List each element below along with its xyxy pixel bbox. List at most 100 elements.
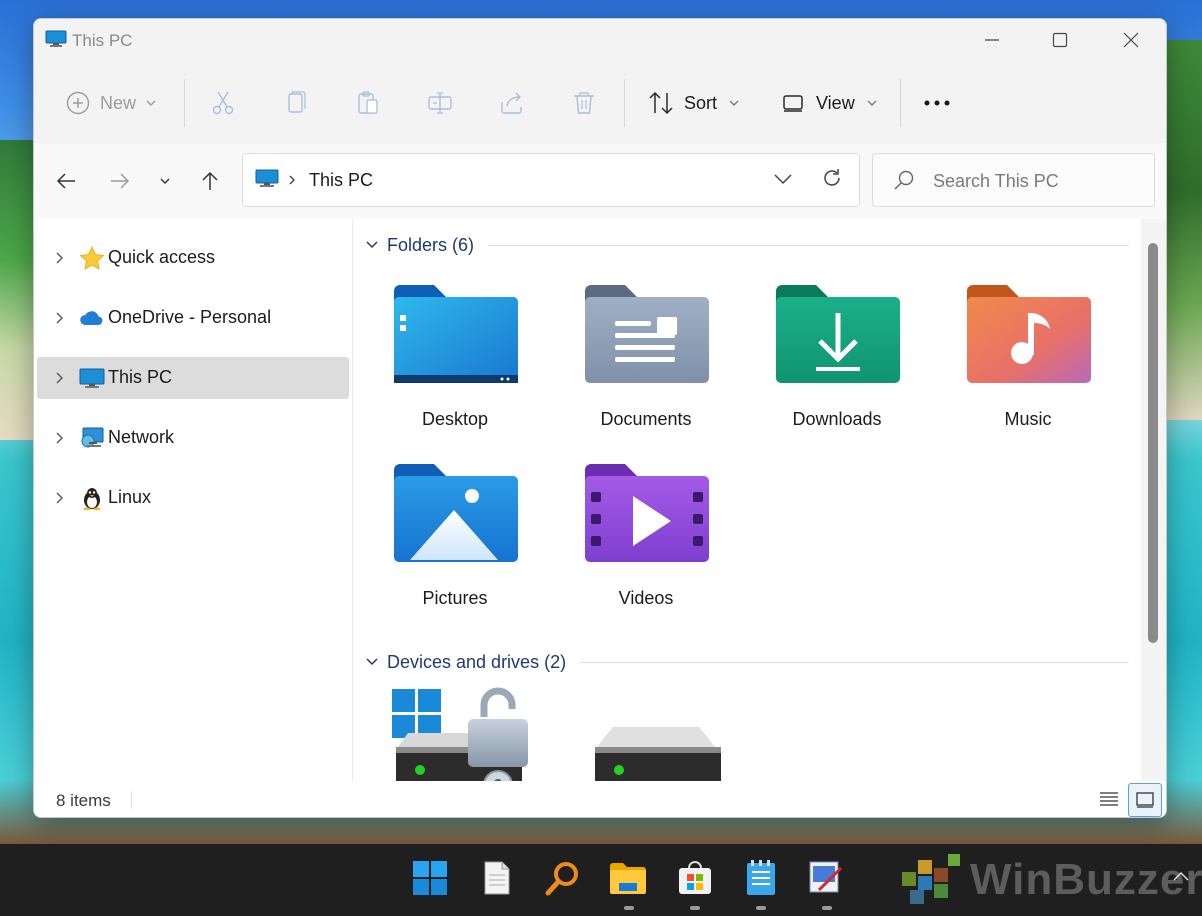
folder-label: Music <box>1004 409 1052 429</box>
address-text: This PC <box>309 170 374 190</box>
windows-drive-unlocked-icon <box>392 687 528 781</box>
star-icon <box>79 246 105 270</box>
sidebar-item-quick-access[interactable]: Quick access <box>37 237 349 279</box>
chevron-right-icon[interactable] <box>54 310 64 326</box>
new-button[interactable]: New <box>66 85 158 121</box>
sidebar-item-label: Quick access <box>108 247 216 267</box>
address-dropdown-icon[interactable] <box>773 171 793 187</box>
large-icons-view-button[interactable] <box>1128 783 1162 817</box>
search-app-icon <box>545 862 578 896</box>
running-indicator <box>624 906 634 910</box>
chevron-down-icon <box>366 658 378 666</box>
pictures-folder-icon <box>394 464 518 562</box>
status-separator <box>131 791 132 809</box>
rename-button[interactable] <box>427 85 453 121</box>
view-button[interactable]: View <box>782 85 879 121</box>
rename-icon <box>428 92 452 114</box>
cut-button[interactable] <box>210 85 236 121</box>
chevron-right-icon[interactable] <box>54 430 64 446</box>
drives-group-header[interactable]: Devices and drives (2) <box>365 650 1129 674</box>
maximize-button[interactable] <box>1037 25 1083 55</box>
wallpaper-palm-right <box>1164 40 1202 420</box>
window-title: This PC <box>72 31 133 50</box>
start-icon <box>413 861 447 895</box>
folder-tile-downloads[interactable]: Downloads <box>762 283 912 453</box>
cloud-icon <box>80 311 103 325</box>
back-button[interactable] <box>52 167 80 195</box>
group-divider <box>488 244 1129 246</box>
drive-tile-local[interactable] <box>571 685 721 781</box>
this-pc-icon <box>255 169 279 187</box>
taskbar-notes[interactable] <box>741 858 781 898</box>
up-button[interactable] <box>196 167 224 195</box>
sidebar-item-label: Network <box>108 427 175 447</box>
share-button[interactable] <box>499 85 525 121</box>
folders-group-header[interactable]: Folders (6) <box>365 233 1129 257</box>
this-pc-icon <box>45 30 67 47</box>
minimize-icon <box>985 39 999 41</box>
downloads-folder-icon <box>776 285 900 383</box>
paste-button[interactable] <box>355 85 381 121</box>
scissors-icon <box>212 91 234 115</box>
navigation-bar: This PC <box>34 143 1166 219</box>
sidebar-item-label: This PC <box>108 367 173 387</box>
start-button[interactable] <box>410 858 450 898</box>
delete-button[interactable] <box>571 85 597 121</box>
taskbar-notepad[interactable] <box>477 858 517 898</box>
sidebar-item-linux[interactable]: Linux <box>37 477 349 519</box>
taskbar-file-explorer[interactable] <box>608 858 648 898</box>
folder-tile-documents[interactable]: Documents <box>571 283 721 453</box>
view-label: View <box>816 92 855 113</box>
sidebar-item-network[interactable]: Network <box>37 417 349 459</box>
command-bar: New Sort View <box>34 63 1166 144</box>
store-icon <box>679 861 711 894</box>
taskbar-store[interactable] <box>675 858 715 898</box>
folders-group-label: Folders (6) <box>387 234 475 255</box>
sidebar-item-onedrive[interactable]: OneDrive - Personal <box>37 297 349 339</box>
folder-tile-desktop[interactable]: Desktop <box>380 283 530 453</box>
watermark-text: WinBuzzer <box>970 855 1202 904</box>
folder-label: Videos <box>618 588 674 608</box>
close-button[interactable] <box>1108 25 1154 55</box>
folder-tile-videos[interactable]: Videos <box>571 462 721 632</box>
details-view-button[interactable] <box>1093 783 1125 815</box>
desktop-folder-icon <box>394 285 518 383</box>
address-bar[interactable]: This PC <box>242 153 860 207</box>
taskbar-search-app[interactable] <box>543 858 583 898</box>
chevron-right-icon[interactable] <box>54 490 64 506</box>
chevron-up-icon[interactable] <box>1172 870 1190 882</box>
folder-tile-pictures[interactable]: Pictures <box>380 462 530 632</box>
scrollbar-thumb[interactable] <box>1148 243 1158 643</box>
taskbar-paint[interactable] <box>806 858 846 898</box>
new-label: New <box>100 92 137 113</box>
item-count: 8 items <box>56 791 111 810</box>
search-input[interactable] <box>931 167 1145 195</box>
arrow-left-icon <box>56 173 75 189</box>
notes-icon <box>747 860 775 895</box>
chevron-right-icon[interactable] <box>54 370 64 386</box>
refresh-icon[interactable] <box>821 167 843 189</box>
monitor-icon <box>79 368 105 388</box>
arrow-up-icon <box>202 171 218 190</box>
forward-button[interactable] <box>106 167 134 195</box>
more-options-button[interactable] <box>923 85 951 121</box>
chevron-right-icon[interactable] <box>54 250 64 266</box>
tiles-view-icon <box>1136 792 1154 808</box>
folder-tile-music[interactable]: Music <box>953 283 1103 453</box>
drives-group-label: Devices and drives (2) <box>387 651 567 672</box>
chevron-down-icon <box>146 100 156 106</box>
recent-locations-button[interactable] <box>151 167 179 195</box>
ellipsis-icon <box>924 100 950 106</box>
notepad-icon <box>484 861 510 895</box>
sort-button[interactable]: Sort <box>648 85 741 121</box>
sidebar-item-this-pc[interactable]: This PC <box>37 357 349 399</box>
minimize-button[interactable] <box>969 25 1015 55</box>
running-indicator <box>756 906 766 910</box>
drive-tile-windows[interactable] <box>380 685 530 781</box>
navigation-pane: Quick access OneDrive - Personal This PC… <box>34 219 353 781</box>
folder-label: Downloads <box>792 409 882 429</box>
vertical-scrollbar[interactable] <box>1141 219 1166 781</box>
trash-icon <box>574 92 594 114</box>
copy-icon <box>288 91 306 113</box>
copy-button[interactable] <box>283 85 309 121</box>
